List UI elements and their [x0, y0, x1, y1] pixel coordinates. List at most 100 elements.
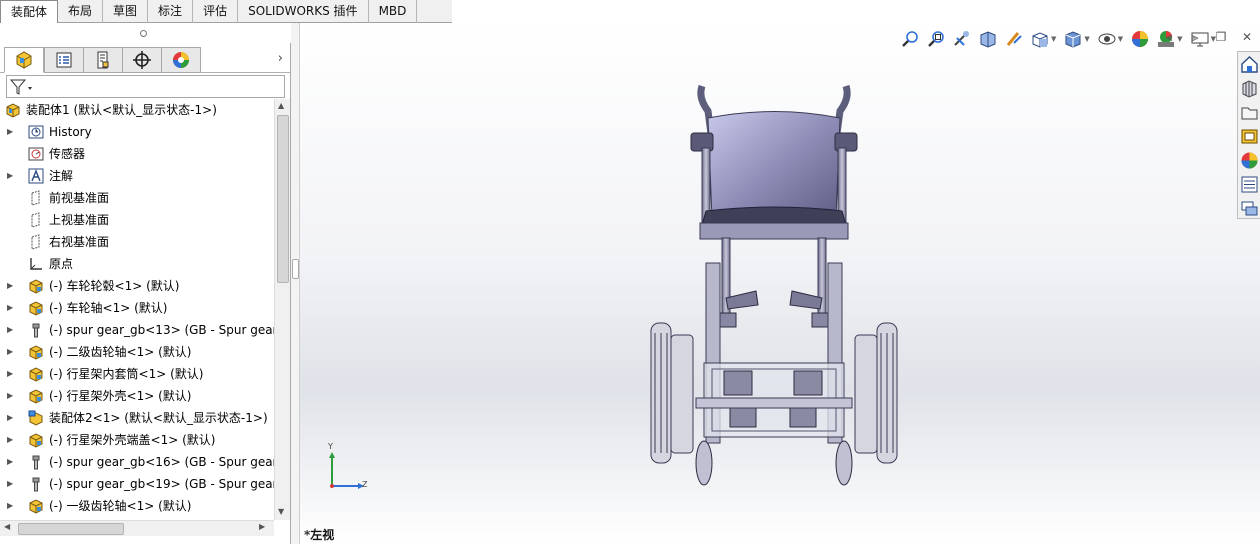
property-manager-tab[interactable] [44, 47, 84, 73]
tree-item[interactable]: ▶ 注解 [0, 165, 274, 187]
forum-icon[interactable] [1240, 199, 1259, 218]
expand-arrow-icon[interactable]: ▶ [7, 275, 13, 297]
tree-item[interactable]: ▶ (-) 行星架外壳端盖<1> (默认) [0, 429, 274, 451]
tree-item[interactable]: ▶ (-) spur gear_gb<19> (GB - Spur gear [0, 473, 274, 495]
expand-arrow-icon[interactable]: ▶ [7, 165, 13, 187]
expand-arrow-icon[interactable]: ▶ [7, 319, 13, 341]
tree-item[interactable]: 上视基准面 [0, 209, 274, 231]
tree-item-label: (-) 车轮轴<1> (默认) [49, 301, 168, 315]
assembly-icon [6, 103, 20, 118]
dock-right-button[interactable]: ⫸ [1182, 27, 1208, 47]
close-button[interactable]: ✕ [1234, 27, 1260, 47]
graphics-area[interactable]: ▼ ▼ ▼ ▼ ▼ ⫷ ⫸ ❐ ✕ [300, 23, 1260, 544]
display-style-button[interactable] [1060, 27, 1086, 51]
wheelchair-model[interactable] [300, 23, 1260, 544]
panel-splitter[interactable] [291, 23, 300, 544]
tab-3[interactable]: 标注 [148, 0, 194, 23]
tree-item[interactable]: 原点 [0, 253, 274, 275]
tree-item[interactable]: ▶ (-) 车轮轴<1> (默认) [0, 297, 274, 319]
home-icon[interactable] [1240, 55, 1259, 74]
tree-item-label: 前视基准面 [49, 191, 110, 205]
expand-arrow-icon[interactable]: ▶ [7, 495, 13, 517]
tree-item[interactable]: 传感器 [0, 143, 274, 165]
configuration-manager-tab[interactable] [83, 47, 123, 73]
chevron-right-icon[interactable]: › [278, 51, 283, 66]
expand-arrow-icon[interactable]: ▶ [7, 451, 13, 473]
dimxpert-manager-tab[interactable] [122, 47, 162, 73]
custom-properties-icon[interactable] [1240, 175, 1259, 194]
collapse-panel-button[interactable] [292, 259, 299, 279]
tab-4[interactable]: 评估 [193, 0, 239, 23]
tree-item[interactable]: ▶ (-) spur gear_gb<16> (GB - Spur gear [0, 451, 274, 473]
tree-item[interactable]: ▶ (-) spur gear_gb<13> (GB - Spur gear [0, 319, 274, 341]
expand-arrow-icon[interactable]: ▶ [7, 341, 13, 363]
scroll-down-icon[interactable]: ▼ [278, 507, 284, 516]
expand-arrow-icon[interactable]: ▶ [7, 297, 13, 319]
expand-arrow-icon[interactable]: ▶ [7, 121, 13, 143]
zoom-to-fit-button[interactable] [897, 27, 923, 51]
panel-grip[interactable] [0, 23, 291, 43]
expand-arrow-icon[interactable]: ▶ [7, 429, 13, 451]
close-icon: ✕ [1241, 30, 1253, 44]
previous-view-button[interactable] [949, 27, 975, 51]
plane-icon [31, 212, 40, 228]
tree-root-assembly[interactable]: 装配体1 (默认<默认_显示状态-1>) [0, 99, 274, 121]
triad-y-label: Y [328, 442, 333, 451]
tab-2[interactable]: 草图 [103, 0, 149, 23]
scroll-up-icon[interactable]: ▲ [278, 101, 284, 110]
tab-0[interactable]: 装配体 [0, 0, 59, 24]
tree-item[interactable]: ▶ (-) 行星架内套筒<1> (默认) [0, 363, 274, 385]
tree-item[interactable]: ▶ 装配体2<1> (默认<默认_显示状态-1>) [0, 407, 274, 429]
chevron-down-icon[interactable]: ▼ [1118, 35, 1123, 43]
view-palette-icon[interactable] [1240, 127, 1259, 146]
chevron-down-icon[interactable]: ▼ [1084, 35, 1089, 43]
coordinate-triad: Y Z [322, 442, 372, 494]
tab-5[interactable]: SOLIDWORKS 插件 [238, 0, 369, 23]
scroll-left-icon[interactable]: ◀ [4, 522, 10, 531]
dock-left-icon: ⫷ [1165, 29, 1173, 44]
design-library-icon[interactable] [1240, 79, 1259, 98]
feature-manager-tab[interactable] [4, 47, 44, 73]
edit-appearance-icon [1132, 31, 1149, 47]
tree-item[interactable]: ▶ (-) 行星架外壳<1> (默认) [0, 385, 274, 407]
section-view-button[interactable] [975, 27, 1001, 51]
expand-arrow-icon[interactable]: ▶ [7, 363, 13, 385]
tree-filter[interactable] [6, 75, 285, 98]
tree-item[interactable]: 前视基准面 [0, 187, 274, 209]
scroll-thumb[interactable] [277, 115, 289, 283]
chevron-down-icon[interactable]: ▼ [1051, 35, 1056, 43]
restore-button[interactable]: ❐ [1208, 27, 1234, 47]
tab-1[interactable]: 布局 [58, 0, 104, 23]
part-icon [29, 367, 43, 382]
expand-arrow-icon[interactable]: ▶ [7, 385, 13, 407]
toolbox-part-icon [32, 455, 40, 470]
zoom-to-area-button[interactable] [923, 27, 949, 51]
tree-item-label: 右视基准面 [49, 235, 110, 249]
dock-left-button[interactable]: ⫷ [1156, 27, 1182, 47]
file-explorer-icon[interactable] [1240, 103, 1259, 122]
hide-show-items-button[interactable] [1094, 27, 1120, 51]
tree-vertical-scrollbar[interactable]: ▲ ▼ [274, 99, 290, 520]
toolbox-part-icon [32, 477, 40, 492]
tree-item[interactable]: ▶ (-) 车轮轮毂<1> (默认) [0, 275, 274, 297]
appearances-icon[interactable] [1240, 151, 1259, 170]
tree-item-label: (-) 二级齿轮轴<1> (默认) [49, 345, 192, 359]
tab-6[interactable]: MBD [369, 0, 418, 23]
expand-arrow-icon[interactable]: ▶ [7, 407, 13, 429]
tree-item[interactable]: ▶ History [0, 121, 274, 143]
tree-item-label: (-) 车轮轮毂<1> (默认) [49, 279, 180, 293]
tree-item[interactable]: ▶ (-) 二级齿轮轴<1> (默认) [0, 341, 274, 363]
view-orientation-button[interactable] [1027, 27, 1053, 51]
tree-item[interactable]: ▶ (-) 一级齿轮轴<1> (默认) [0, 495, 274, 517]
tree-horizontal-scrollbar[interactable]: ◀ ▶ [0, 520, 274, 536]
expand-arrow-icon[interactable]: ▶ [7, 473, 13, 495]
tree-item[interactable]: 右视基准面 [0, 231, 274, 253]
edit-appearance-button[interactable] [1127, 27, 1153, 51]
tree-item-label: 装配体1 (默认<默认_显示状态-1>) [26, 103, 217, 117]
display-manager-tab[interactable] [161, 47, 201, 73]
toolbox-part-icon [32, 323, 40, 338]
scroll-right-icon[interactable]: ▶ [259, 522, 265, 531]
scroll-thumb-horizontal[interactable] [18, 523, 124, 535]
dynamic-annotation-button[interactable] [1001, 27, 1027, 51]
tree-item-label: (-) spur gear_gb<16> (GB - Spur gear [49, 455, 274, 469]
